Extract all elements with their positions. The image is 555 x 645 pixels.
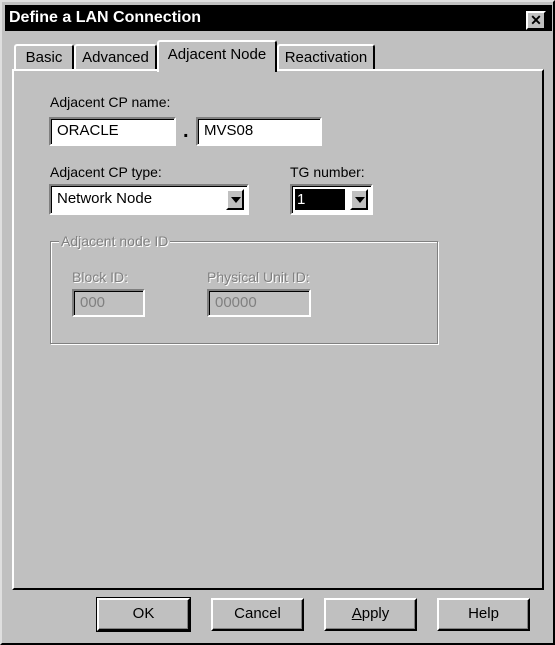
- chevron-down-icon[interactable]: [350, 189, 368, 210]
- block-id-input[interactable]: 000: [72, 289, 145, 317]
- cancel-button[interactable]: Cancel: [211, 598, 304, 631]
- cp-type-label: Adjacent CP type:: [50, 164, 162, 180]
- tab-reactivation[interactable]: Reactivation: [277, 44, 375, 71]
- cp-type-select[interactable]: Network Node: [49, 184, 249, 215]
- tg-number-label: TG number:: [290, 164, 365, 180]
- cp-name-input[interactable]: MVS08: [196, 117, 322, 146]
- tab-adjacent-node[interactable]: Adjacent Node: [157, 40, 277, 72]
- help-button[interactable]: Help: [437, 598, 530, 631]
- tg-number-value: 1: [294, 188, 346, 211]
- apply-label: Apply: [351, 605, 390, 622]
- tg-number-select[interactable]: 1: [290, 184, 373, 215]
- cp-type-value: Network Node: [57, 190, 153, 207]
- pu-id-input[interactable]: 00000: [207, 289, 311, 317]
- apply-button[interactable]: Apply: [324, 598, 417, 631]
- pu-id-label: Physical Unit ID:: [207, 269, 310, 285]
- chevron-down-icon[interactable]: [226, 189, 244, 210]
- close-icon[interactable]: ✕: [526, 11, 546, 30]
- cp-name-label: Adjacent CP name:: [50, 94, 171, 110]
- tab-basic[interactable]: Basic: [14, 44, 74, 71]
- title-bar: Define a LAN Connection ✕: [5, 5, 552, 31]
- group-label: Adjacent node ID: [59, 233, 171, 249]
- block-id-label: Block ID:: [72, 269, 129, 285]
- tab-advanced[interactable]: Advanced: [74, 44, 157, 71]
- ok-button[interactable]: OK: [96, 597, 191, 632]
- window-title: Define a LAN Connection: [9, 9, 202, 26]
- name-separator: .: [183, 120, 189, 142]
- cp-network-name-input[interactable]: ORACLE: [49, 117, 176, 146]
